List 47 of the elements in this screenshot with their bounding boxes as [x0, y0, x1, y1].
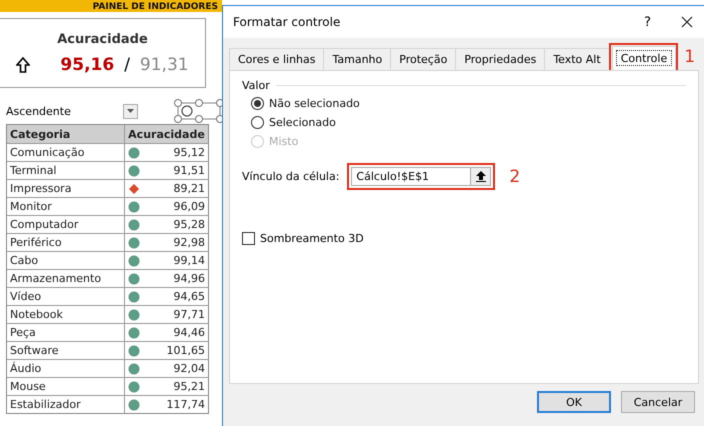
checkbox[interactable] [242, 232, 255, 245]
column-header: Acuracidade [127, 126, 206, 142]
table-cell: 94,96 [174, 272, 205, 285]
table-cell: 91,51 [174, 164, 205, 177]
caret-icon [127, 109, 134, 113]
kpi-separator: / [124, 54, 130, 74]
tab[interactable]: Controle [612, 46, 676, 70]
radio-label: Misto [269, 135, 298, 148]
kpi-target: 91,31 [140, 54, 189, 74]
cell-link-field[interactable]: Cálculo!$E$1 [351, 167, 492, 186]
kpi-value: 95,16 [60, 54, 114, 74]
field-label: Vínculo da célula: [242, 170, 340, 183]
upload-arrow-icon [476, 171, 486, 182]
close-icon[interactable] [681, 16, 693, 28]
table-cell: 89,21 [174, 182, 205, 195]
table-cell: 92,04 [174, 362, 205, 375]
dropdown-button[interactable] [123, 104, 138, 118]
checkbox-label: Sombreamento 3D [260, 232, 364, 245]
table-cell: 95,12 [174, 146, 205, 159]
cancel-button[interactable]: Cancelar [621, 391, 695, 413]
table-cell: 101,65 [166, 344, 205, 357]
group-label: Valor [242, 79, 270, 92]
help-button[interactable]: ? [644, 14, 651, 30]
table-cell: 94,46 [174, 326, 205, 339]
annotation-number: 2 [509, 166, 520, 186]
sort-order-text: Ascendente [6, 104, 72, 118]
radio-label: Não selecionado [269, 97, 360, 110]
banner-title: PAINEL DE INDICADORES [92, 3, 218, 12]
table-cell: 97,71 [174, 308, 205, 321]
table-cell: 94,65 [174, 290, 205, 303]
table-cell: 95,21 [174, 380, 205, 393]
table-cell: 92,98 [174, 236, 205, 249]
ok-button[interactable]: OK [537, 391, 611, 413]
radio-button[interactable] [251, 116, 264, 129]
table-cell: 117,74 [166, 398, 205, 411]
table-cell: 99,14 [174, 254, 205, 267]
window-title: Formatar controle [233, 15, 342, 29]
collapse-dialog-button[interactable] [470, 168, 490, 185]
table-cell: Estabilizador [7, 396, 125, 413]
kpi-title: Acuracidade [57, 32, 148, 46]
annotation-number: 1 [684, 46, 696, 66]
table-cell: 95,28 [174, 218, 205, 231]
table-cell: 96,09 [174, 200, 205, 213]
radio-label: Selecionado [269, 116, 336, 129]
radio-button[interactable] [251, 97, 264, 110]
selection-handles-drawing[interactable] [174, 99, 222, 123]
tab[interactable]: Cores e linhas [229, 48, 324, 70]
